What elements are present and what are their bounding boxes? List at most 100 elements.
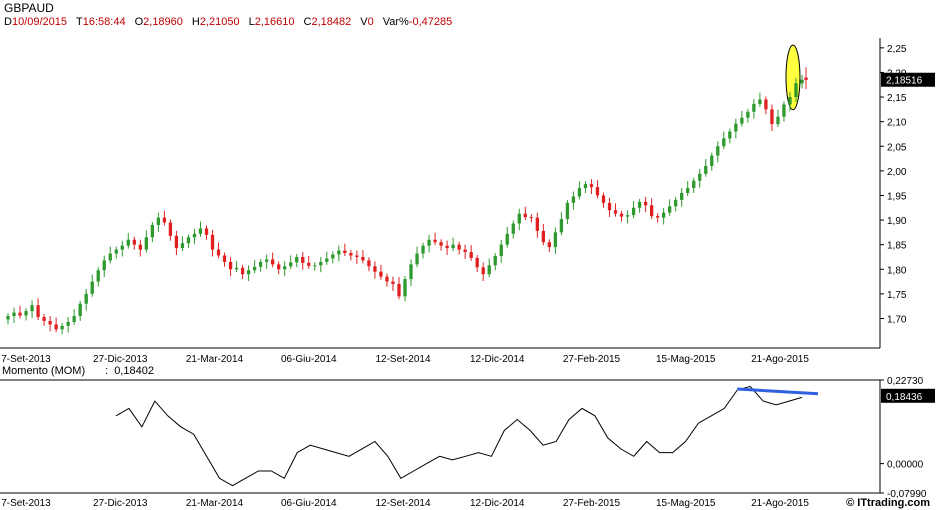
last-momentum-label: 0,18436 — [886, 392, 923, 403]
candle-body — [631, 207, 636, 216]
candle-body — [487, 265, 491, 275]
candle-body — [252, 266, 257, 271]
last-price-label: 2,18516 — [886, 76, 923, 87]
candle-body — [439, 242, 443, 246]
candle-body — [180, 243, 185, 249]
candle-body — [571, 196, 576, 203]
candle-body — [138, 244, 142, 250]
candle-body — [728, 131, 732, 139]
candle-body — [758, 99, 762, 104]
candle-body — [289, 262, 293, 267]
candle-body — [246, 270, 251, 275]
candle-body — [331, 254, 335, 259]
candle-body — [114, 249, 118, 254]
price-y-tick-label: 2,15 — [887, 93, 907, 104]
candle-body — [680, 193, 684, 200]
price-x-tick-label: 27-Feb-2015 — [563, 354, 621, 365]
candle-body — [457, 244, 461, 250]
candle-body — [240, 267, 245, 275]
momentum-line — [115, 385, 803, 487]
candle-body — [337, 250, 341, 255]
candle-body — [577, 188, 582, 197]
candle-body — [607, 202, 612, 211]
candle-body — [150, 224, 155, 238]
candle-body — [96, 270, 100, 282]
candle-body — [740, 117, 744, 124]
momentum-separator: : — [105, 365, 109, 377]
candle-body — [228, 261, 233, 270]
momentum-trendline — [737, 387, 819, 396]
candle-body — [523, 213, 527, 218]
candle-body — [66, 321, 70, 326]
candle-body — [361, 256, 365, 261]
candle-body — [794, 83, 798, 98]
candle-body — [752, 103, 756, 112]
candle-body — [90, 281, 94, 294]
momentum-x-tick-label: 06-Giu-2014 — [281, 498, 337, 509]
candle-body — [770, 109, 774, 125]
candle-body — [60, 325, 64, 330]
candle-body — [30, 305, 34, 312]
candle-body — [234, 267, 239, 270]
price-y-tick-label: 1,85 — [887, 241, 907, 252]
candle-body — [625, 215, 630, 217]
candle-body — [469, 252, 473, 258]
price-y-tick-label: 1,80 — [887, 265, 907, 276]
candle-body — [788, 97, 792, 105]
candle-body — [403, 279, 407, 297]
candle-body — [78, 303, 82, 317]
candle-body — [409, 264, 413, 280]
momentum-x-tick-label: 27-Dic-2013 — [93, 498, 148, 509]
candle-body — [174, 235, 179, 249]
candle-body — [565, 202, 570, 220]
candle-body — [307, 262, 311, 266]
candle-body — [734, 123, 738, 132]
candle-body — [216, 249, 221, 256]
price-y-tick-label: 2,10 — [887, 118, 907, 129]
candle-body — [643, 201, 648, 206]
price-x-tick-label: 12-Set-2014 — [375, 354, 430, 365]
candle-body — [421, 245, 425, 254]
price-y-tick-label: 1,75 — [887, 290, 907, 301]
price-chart[interactable]: 2,252,202,152,102,052,001,951,901,851,80… — [0, 0, 936, 510]
price-y-tick-label: 1,90 — [887, 216, 907, 227]
candle-body — [301, 256, 305, 263]
momentum-x-tick-label: 12-Set-2014 — [375, 498, 430, 509]
candle-body — [295, 256, 299, 263]
candle-body — [12, 312, 16, 317]
momentum-x-tick-label: 27-Feb-2015 — [563, 498, 621, 509]
candle-body — [800, 79, 804, 84]
current-candle-body — [804, 77, 808, 80]
candle-body — [277, 264, 281, 270]
candle-body — [481, 267, 485, 275]
candle-body — [716, 146, 720, 156]
candle-body — [102, 260, 106, 271]
brand-footer: © ITtrading.com — [846, 497, 930, 509]
price-x-tick-label: 27-Dic-2013 — [93, 354, 148, 365]
candle-body — [24, 311, 28, 316]
price-y-tick-label: 1,70 — [887, 314, 907, 325]
candle-body — [222, 255, 227, 262]
candle-body — [493, 255, 497, 266]
candle-body — [415, 253, 419, 265]
candle-body — [210, 234, 215, 250]
momentum-x-tick-label: 15-Mag-2015 — [656, 498, 716, 509]
momentum-y-tick-label: 0,00000 — [887, 460, 924, 471]
price-x-tick-label: 15-Mag-2015 — [656, 354, 716, 365]
candle-body — [313, 265, 317, 267]
candle-body — [156, 217, 161, 225]
candle-body — [722, 138, 726, 147]
candle-body — [343, 250, 347, 254]
candle-body — [204, 228, 209, 235]
candle-body — [168, 222, 173, 236]
highlight-ellipse — [785, 44, 801, 111]
candle-body — [710, 155, 714, 166]
candle-body — [674, 199, 678, 207]
candle-body — [385, 276, 389, 282]
candle-body — [583, 184, 588, 189]
candle-body — [36, 305, 40, 317]
candle-body — [529, 217, 533, 219]
candle-body — [601, 195, 606, 203]
candle-body — [698, 173, 702, 181]
candle-body — [18, 312, 22, 316]
